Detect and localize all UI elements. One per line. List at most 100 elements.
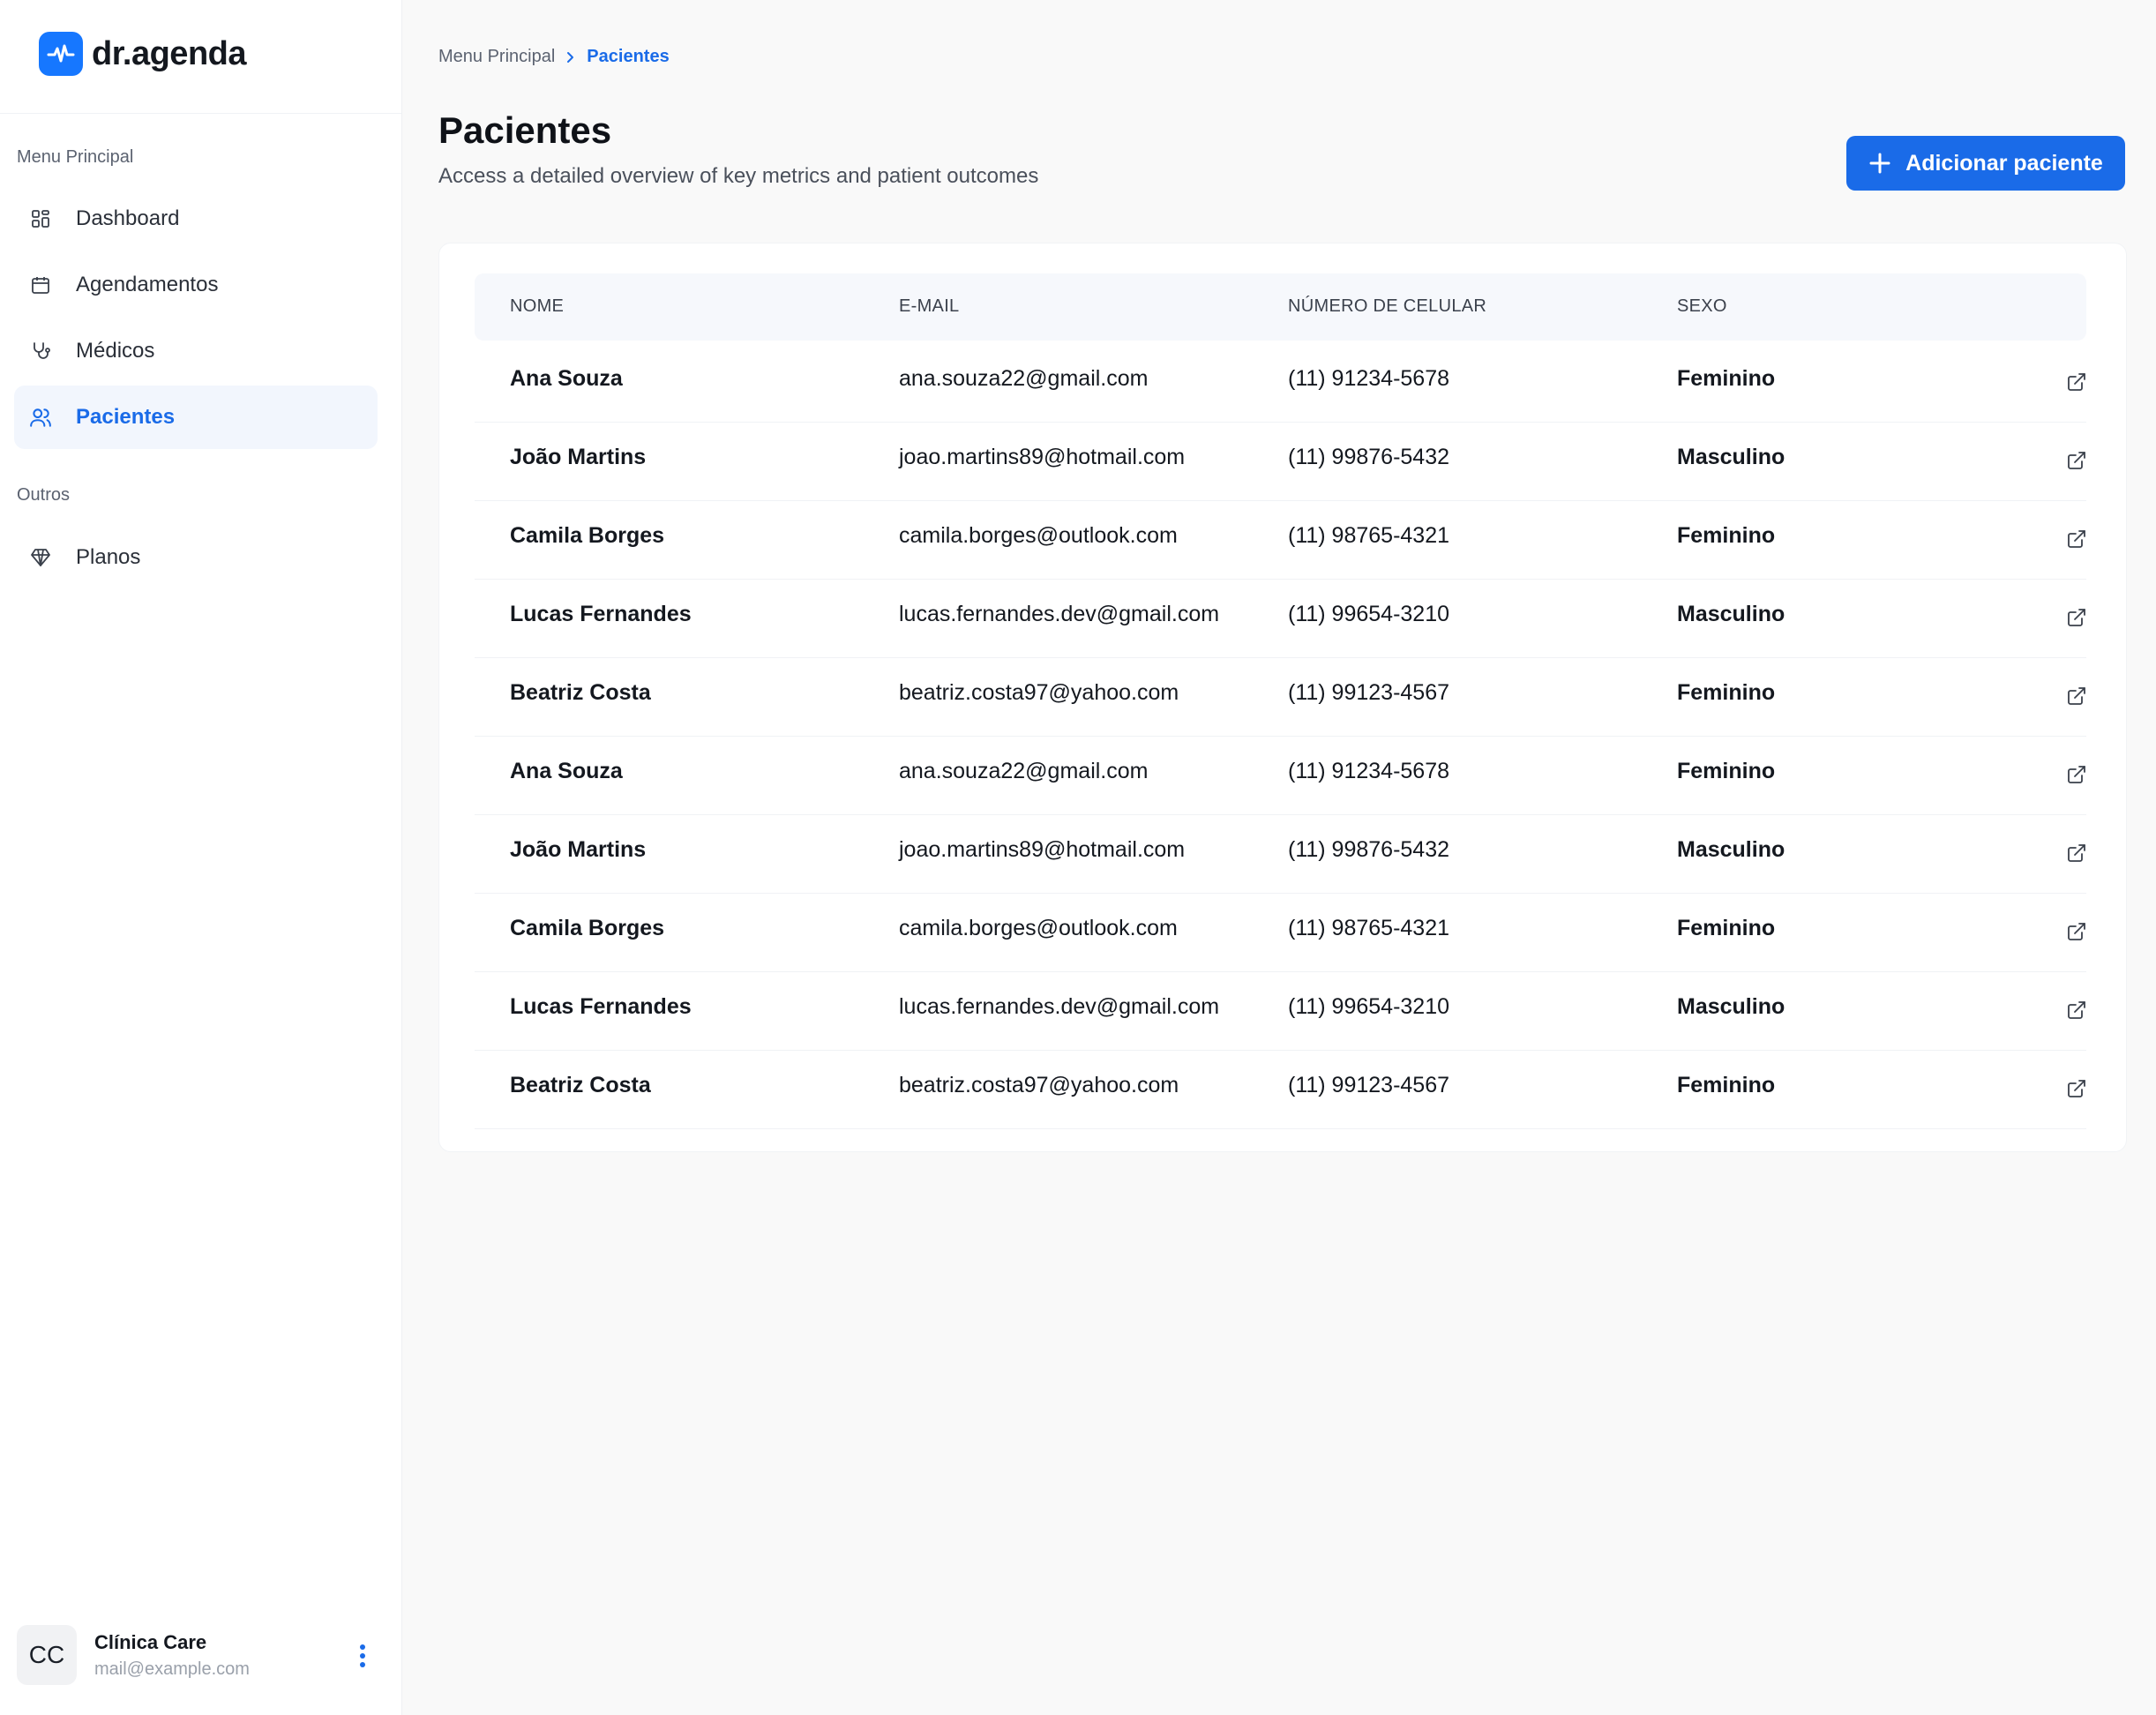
table-row[interactable]: Ana Souza ana.souza22@gmail.com (11) 91234… (475, 343, 2086, 423)
sidebar: dr.agenda Menu Principal Dashboard Agend… (0, 0, 402, 1715)
patient-sex-cell: Feminino (1677, 680, 1776, 705)
column-header-sex[interactable]: SEXO (1677, 296, 1727, 317)
patient-name-cell: Ana Souza (510, 366, 623, 391)
breadcrumb-current: Pacientes (587, 47, 670, 66)
sidebar-item-label: Pacientes (76, 405, 176, 429)
table-row[interactable]: Lucas Fernandes lucas.fernandes.dev@gmail… (475, 579, 2086, 658)
patients-table: NOME E-MAIL NÚMERO DE CELULAR SEXO Ana S… (438, 243, 2127, 1152)
external-link-icon[interactable] (2062, 603, 2091, 632)
column-header-name[interactable]: NOME (510, 296, 564, 317)
table-row[interactable]: Camila Borges camila.borges@outlook.com (1… (475, 500, 2086, 580)
breadcrumb: Menu Principal Pacientes (438, 47, 670, 67)
patient-phone-cell: (11) 91234-5678 (1288, 759, 1450, 783)
external-link-icon[interactable] (2062, 682, 2091, 710)
column-header-phone[interactable]: NÚMERO DE CELULAR (1288, 296, 1486, 317)
patient-sex-cell: Feminino (1677, 523, 1776, 548)
patient-phone-cell: (11) 99123-4567 (1288, 680, 1450, 705)
patient-phone-cell: (11) 99876-5432 (1288, 837, 1450, 862)
external-link-icon[interactable] (2062, 760, 2091, 789)
column-header-email[interactable]: E-MAIL (899, 296, 959, 317)
external-link-icon[interactable] (2062, 525, 2091, 553)
breadcrumb-parent[interactable]: Menu Principal (438, 47, 555, 67)
brand-name: dr.agenda (92, 34, 247, 72)
external-link-icon[interactable] (2062, 996, 2091, 1024)
patient-name-cell: Lucas Fernandes (510, 602, 692, 626)
table-row[interactable]: Ana Souza ana.souza22@gmail.com (11) 91234… (475, 736, 2086, 815)
calendar-icon (28, 273, 53, 297)
stethoscope-icon (28, 339, 53, 363)
add-patient-button[interactable]: Adicionar paciente (1846, 136, 2125, 191)
sidebar-item-planos[interactable]: Planos (14, 526, 378, 589)
external-link-icon[interactable] (2062, 917, 2091, 946)
patient-phone-cell: (11) 99123-4567 (1288, 1073, 1450, 1097)
patient-email-cell: joao.martins89@hotmail.com (899, 445, 1186, 469)
patient-email-cell: ana.souza22@gmail.com (899, 366, 1149, 391)
sidebar-item-pacientes[interactable]: Pacientes (14, 386, 378, 449)
page-title: Pacientes (438, 109, 612, 151)
patient-email-cell: lucas.fernandes.dev@gmail.com (899, 994, 1220, 1019)
pulse-icon (39, 32, 83, 76)
patient-phone-cell: (11) 99654-3210 (1288, 994, 1450, 1019)
brand-logo[interactable]: dr.agenda (39, 32, 247, 76)
plus-icon (1868, 152, 1891, 175)
section-label-other: Outros (17, 485, 71, 505)
diamond-icon (28, 545, 53, 570)
table-row[interactable]: Beatriz Costa beatriz.costa97@yahoo.com (1… (475, 1050, 2086, 1129)
page-subtitle: Access a detailed overview of key metric… (438, 164, 1039, 188)
dashboard-icon (28, 206, 53, 231)
sidebar-item-dashboard[interactable]: Dashboard (14, 187, 378, 251)
sidebar-item-medicos[interactable]: Médicos (14, 319, 378, 383)
patient-sex-cell: Feminino (1677, 759, 1776, 783)
table-row[interactable]: João Martins joao.martins89@hotmail.com (1… (475, 422, 2086, 501)
table-row[interactable]: João Martins joao.martins89@hotmail.com (1… (475, 814, 2086, 894)
patient-name-cell: Camila Borges (510, 523, 665, 548)
avatar: CC (17, 1625, 77, 1685)
kebab-menu-icon[interactable] (347, 1640, 378, 1672)
patient-phone-cell: (11) 99876-5432 (1288, 445, 1450, 469)
patient-name-cell: Lucas Fernandes (510, 994, 692, 1019)
sidebar-item-label: Médicos (76, 339, 155, 363)
patient-email-cell: ana.souza22@gmail.com (899, 759, 1149, 783)
chevron-right-icon (565, 51, 576, 64)
table-row[interactable]: Camila Borges camila.borges@outlook.com (1… (475, 893, 2086, 972)
user-card[interactable]: CC Clínica Care mail@example.com (17, 1624, 378, 1686)
patient-sex-cell: Masculino (1677, 602, 1785, 626)
patient-sex-cell: Feminino (1677, 916, 1776, 940)
patient-email-cell: beatriz.costa97@yahoo.com (899, 1073, 1179, 1097)
patient-email-cell: camila.borges@outlook.com (899, 523, 1178, 548)
patient-email-cell: beatriz.costa97@yahoo.com (899, 680, 1179, 705)
divider (0, 113, 401, 114)
section-label-main: Menu Principal (17, 147, 134, 167)
patient-phone-cell: (11) 98765-4321 (1288, 916, 1450, 940)
patient-phone-cell: (11) 99654-3210 (1288, 602, 1450, 626)
users-icon (28, 405, 53, 430)
table-row[interactable]: Beatriz Costa beatriz.costa97@yahoo.com (1… (475, 657, 2086, 737)
patient-phone-cell: (11) 98765-4321 (1288, 523, 1450, 548)
external-link-icon[interactable] (2062, 1075, 2091, 1103)
sidebar-item-label: Agendamentos (76, 273, 219, 296)
patient-sex-cell: Masculino (1677, 837, 1785, 862)
patient-email-cell: joao.martins89@hotmail.com (899, 837, 1186, 862)
table-header: NOME E-MAIL NÚMERO DE CELULAR SEXO (475, 273, 2086, 341)
patient-sex-cell: Masculino (1677, 994, 1785, 1019)
sidebar-item-label: Planos (76, 545, 141, 569)
patient-name-cell: João Martins (510, 837, 647, 862)
patient-sex-cell: Feminino (1677, 1073, 1776, 1097)
patient-name-cell: João Martins (510, 445, 647, 469)
patient-email-cell: camila.borges@outlook.com (899, 916, 1178, 940)
sidebar-item-label: Dashboard (76, 206, 180, 230)
user-email: mail@example.com (94, 1659, 250, 1679)
add-patient-label: Adicionar paciente (1905, 150, 2103, 176)
patient-name-cell: Camila Borges (510, 916, 665, 940)
user-name: Clínica Care (94, 1630, 207, 1653)
sidebar-item-agendamentos[interactable]: Agendamentos (14, 253, 378, 317)
external-link-icon[interactable] (2062, 839, 2091, 867)
patient-sex-cell: Feminino (1677, 366, 1776, 391)
patient-sex-cell: Masculino (1677, 445, 1785, 469)
external-link-icon[interactable] (2062, 368, 2091, 396)
patient-name-cell: Beatriz Costa (510, 1073, 651, 1097)
external-link-icon[interactable] (2062, 446, 2091, 475)
patient-email-cell: lucas.fernandes.dev@gmail.com (899, 602, 1220, 626)
patient-name-cell: Beatriz Costa (510, 680, 651, 705)
table-row[interactable]: Lucas Fernandes lucas.fernandes.dev@gmail… (475, 971, 2086, 1051)
